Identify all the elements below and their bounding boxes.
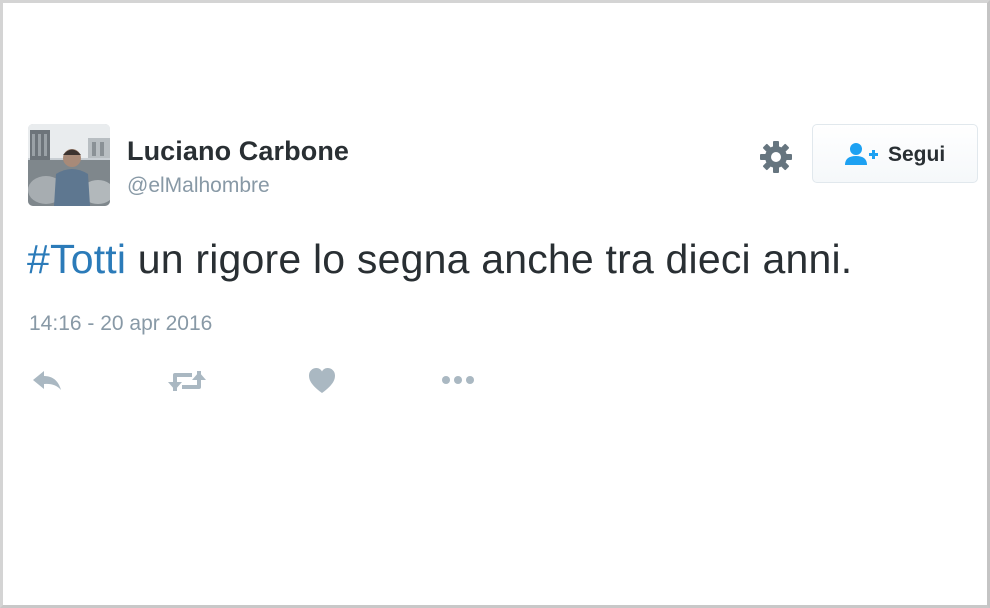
more-icon[interactable] <box>440 363 476 399</box>
follow-button-label: Segui <box>888 143 946 166</box>
reply-icon[interactable] <box>31 363 65 399</box>
tweet-timestamp[interactable]: 14:16 - 20 apr 2016 <box>29 312 212 336</box>
retweet-icon[interactable] <box>167 363 207 399</box>
heart-icon[interactable] <box>307 363 337 399</box>
author-display-name[interactable]: Luciano Carbone <box>127 136 349 167</box>
hashtag-link[interactable]: #Totti <box>27 236 126 282</box>
avatar[interactable] <box>28 124 110 206</box>
tweet-body: un rigore lo segna anche tra dieci anni. <box>126 236 853 282</box>
author-handle[interactable]: @elMalhombre <box>127 174 270 198</box>
tweet-card: Luciano Carbone @elMalhombre Segui #Tott… <box>3 3 987 605</box>
tweet-frame: Luciano Carbone @elMalhombre Segui #Tott… <box>0 0 990 608</box>
follow-user-icon <box>845 142 879 166</box>
follow-button[interactable]: Segui <box>812 124 978 183</box>
avatar-photo-icon <box>28 124 110 206</box>
tweet-text: #Totti un rigore lo segna anche tra diec… <box>27 236 852 283</box>
gear-icon[interactable] <box>758 139 794 175</box>
